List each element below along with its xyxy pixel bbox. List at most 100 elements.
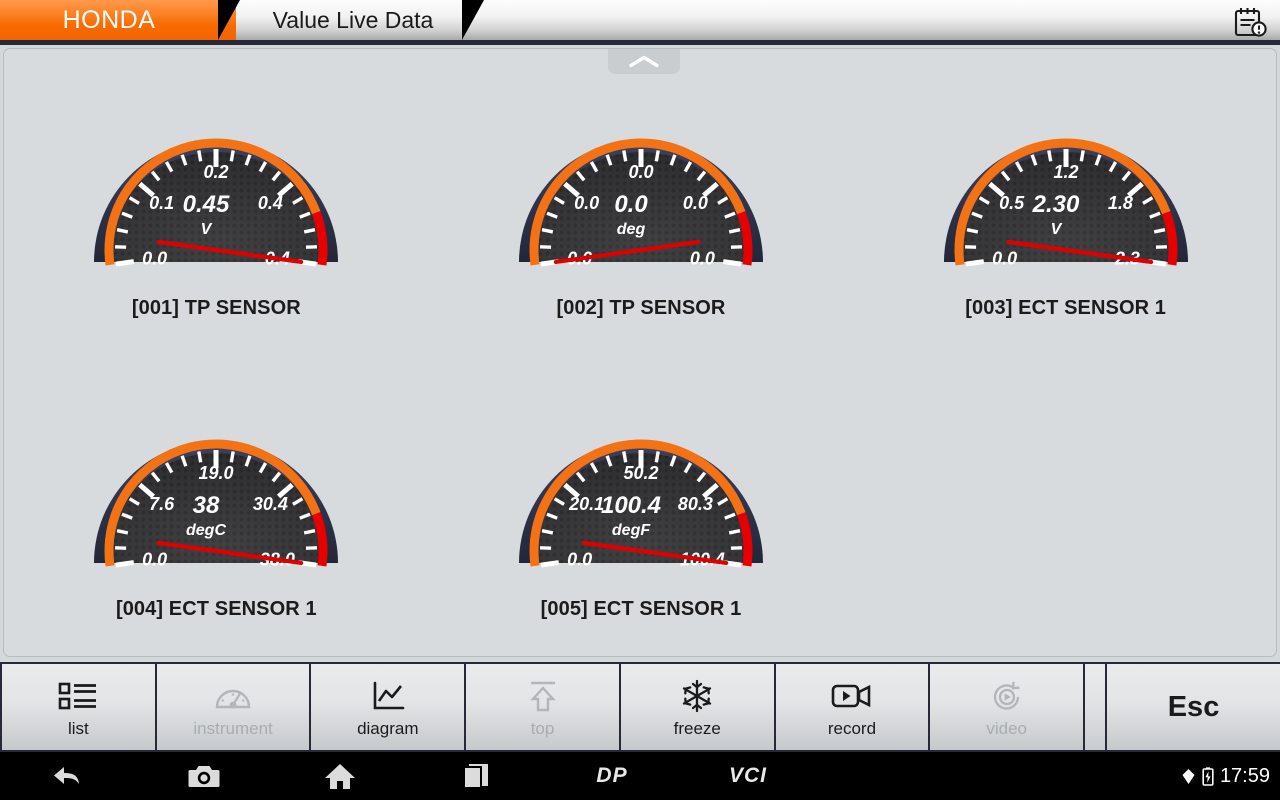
- toolbar-button-label: Esc: [1168, 691, 1220, 724]
- signal-icon: [1181, 768, 1196, 785]
- gauge-scale-label: 1.2: [1053, 162, 1078, 182]
- toolbar-button-top: top: [466, 664, 621, 750]
- gauge-scale-label: 7.6: [149, 494, 175, 514]
- nav-back-button[interactable]: [0, 763, 136, 789]
- gauge-dial[interactable]: 0.00.10.20.40.40.45V: [91, 75, 341, 290]
- gauge-title: [003] ECT SENSOR 1: [965, 297, 1166, 320]
- toolbar-button-record[interactable]: record: [776, 664, 931, 750]
- gauge-scale-label: 80.3: [678, 494, 713, 514]
- bottom-toolbar: list instrument diagram top freeze recor…: [0, 662, 1280, 752]
- dp-logo-label: DP: [596, 764, 627, 788]
- toolbar-button-esc[interactable]: Esc: [1107, 664, 1280, 750]
- gauge-dial[interactable]: 0.020.150.280.3100.4100.4degF: [516, 376, 766, 591]
- list-icon: [58, 676, 98, 716]
- gauge-scale-label: 0.2: [204, 162, 229, 182]
- toolbar-button-diagram[interactable]: diagram: [311, 664, 466, 750]
- gauge-scale-label: 0.0: [628, 162, 653, 182]
- collapse-toggle[interactable]: [608, 49, 680, 74]
- gauge-scale-label: 0.1: [149, 193, 174, 213]
- nav-camera-button[interactable]: [136, 763, 272, 790]
- toolbar-button-label: instrument: [193, 719, 272, 739]
- gauge-cell[interactable]: 0.00.51.21.82.32.30V[003] ECT SENSOR 1: [916, 75, 1216, 320]
- gauge-tick-minor: [199, 150, 201, 161]
- gauge-scale-label: 1.8: [1107, 193, 1132, 213]
- toolbar-button-list[interactable]: list: [0, 664, 157, 750]
- gauge-dial[interactable]: 0.00.00.00.00.00.0deg: [516, 75, 766, 290]
- gauge-tick-minor: [729, 230, 740, 232]
- gauge-scale-label: 19.0: [199, 463, 234, 483]
- gauge-scale-label: 0.0: [574, 193, 599, 213]
- gauge-value: 2.30: [1031, 191, 1079, 218]
- nav-recents-button[interactable]: [408, 762, 544, 790]
- gauge-title: [002] TP SENSOR: [557, 297, 726, 320]
- toolbar-button-label: freeze: [674, 719, 721, 739]
- gauge-unit: V: [1050, 221, 1062, 238]
- gauge-tick-minor: [304, 531, 315, 533]
- gauge-tick-major: [723, 262, 741, 265]
- gauge-scale-label: 0.5: [999, 193, 1025, 213]
- gauge-dial[interactable]: 0.07.619.030.438.038degC: [91, 376, 341, 591]
- gauge-cell[interactable]: 0.00.10.20.40.40.45V[001] TP SENSOR: [66, 75, 366, 320]
- report-note-alert-icon[interactable]: [1232, 5, 1268, 37]
- gauge-dial[interactable]: 0.00.51.21.82.32.30V: [941, 75, 1191, 290]
- nav-home-button[interactable]: [272, 762, 408, 790]
- gauge-tick-minor: [729, 531, 740, 533]
- gauge-unit: degF: [612, 522, 651, 539]
- tab-value-live-data[interactable]: Value Live Data: [238, 0, 484, 40]
- gauge-tick-minor: [656, 150, 658, 161]
- gauge-tick-minor: [656, 451, 658, 462]
- gauge-tick-minor: [624, 451, 626, 462]
- gauge-scale-label: 0.0: [142, 249, 167, 269]
- toolbar-button-label: video: [986, 719, 1027, 739]
- gauge-scale-label: 30.4: [253, 494, 288, 514]
- nav-status-area: 17:59: [1181, 752, 1270, 800]
- gauge-value: 0.45: [183, 191, 230, 218]
- gauge-unit: V: [201, 221, 213, 238]
- gauge-scale-label: 50.2: [623, 463, 658, 483]
- vci-label: VCI: [729, 764, 767, 788]
- nav-dp-logo: DP: [544, 764, 680, 788]
- gauge-unit: degC: [186, 522, 226, 539]
- gauge-value: 100.4: [601, 492, 661, 519]
- toolbar-button-freeze[interactable]: freeze: [621, 664, 776, 750]
- gauge-cell[interactable]: 0.00.00.00.00.00.0deg[002] TP SENSOR: [491, 75, 791, 320]
- toolbar-button-video: video: [930, 664, 1085, 750]
- video-rec-icon: [831, 676, 873, 716]
- gauge-tick-minor: [304, 230, 315, 232]
- back-arrow-icon: [51, 763, 85, 789]
- android-nav-bar: DP VCI 17:59: [0, 752, 1280, 800]
- gauge-tick-minor: [1048, 150, 1050, 161]
- gauge-cell[interactable]: 0.07.619.030.438.038degC[004] ECT SENSOR…: [66, 376, 366, 621]
- toolbar-button-label: top: [531, 719, 555, 739]
- gauge-tick-minor: [232, 150, 234, 161]
- gauge-grid: 0.00.10.20.40.40.45V[001] TP SENSOR 0.00…: [4, 75, 1278, 621]
- replay-icon: [990, 676, 1024, 716]
- gauge-tick-minor: [542, 531, 553, 533]
- toolbar-button-label: record: [828, 719, 876, 739]
- gauge-area: 0.00.10.20.40.40.45V[001] TP SENSOR 0.00…: [3, 48, 1277, 657]
- main-panel: 0.00.10.20.40.40.45V[001] TP SENSOR 0.00…: [0, 40, 1280, 662]
- gauge-title: [005] ECT SENSOR 1: [541, 598, 742, 621]
- gauge-tick-minor: [542, 230, 553, 232]
- camera-icon: [187, 763, 221, 790]
- clock-label: 17:59: [1220, 765, 1270, 788]
- battery-charging-icon: [1202, 767, 1214, 786]
- gauge-title: [004] ECT SENSOR 1: [116, 598, 317, 621]
- gauge-tick-major: [116, 563, 134, 566]
- gauge-tick-minor: [967, 230, 978, 232]
- gauge-scale-label: 0.0: [567, 550, 592, 570]
- gauge-tick-minor: [1081, 150, 1083, 161]
- gauge-tick-minor: [199, 451, 201, 462]
- gauge-scale-label: 0.0: [142, 550, 167, 570]
- tab-notch-2: [462, 0, 484, 40]
- gauge-unit: deg: [617, 221, 646, 238]
- gauge-title: [001] TP SENSOR: [132, 297, 301, 320]
- snowflake-icon: [680, 676, 714, 716]
- gauge-tick-minor: [232, 451, 234, 462]
- nav-vci-indicator[interactable]: VCI: [680, 764, 816, 788]
- gauge-cell[interactable]: 0.020.150.280.3100.4100.4degF[005] ECT S…: [491, 376, 791, 621]
- toolbar-divider-strip: [1085, 664, 1107, 750]
- gauge-value: 38: [193, 492, 220, 519]
- gauge-icon: [214, 676, 252, 716]
- tab-brand-honda[interactable]: HONDA: [0, 0, 236, 40]
